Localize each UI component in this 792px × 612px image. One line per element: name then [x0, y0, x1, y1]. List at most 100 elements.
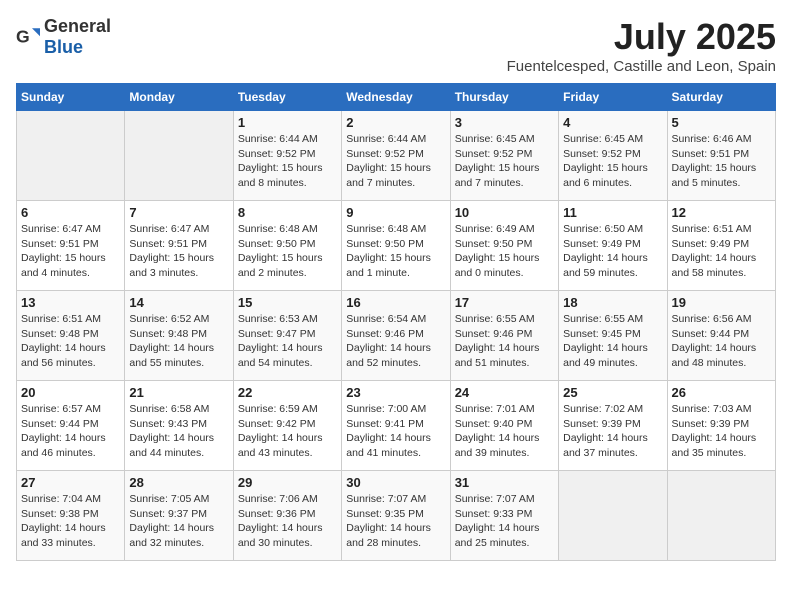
calendar-cell: 28 Sunrise: 7:05 AMSunset: 9:37 PMDayligh…: [125, 471, 233, 561]
day-info: Sunrise: 7:05 AMSunset: 9:37 PMDaylight:…: [129, 492, 228, 551]
calendar-header: SundayMondayTuesdayWednesdayThursdayFrid…: [17, 84, 776, 111]
calendar-cell: 11 Sunrise: 6:50 AMSunset: 9:49 PMDayligh…: [559, 201, 667, 291]
day-number: 12: [672, 205, 771, 220]
day-info: Sunrise: 6:55 AMSunset: 9:45 PMDaylight:…: [563, 312, 662, 371]
day-number: 8: [238, 205, 337, 220]
day-number: 27: [21, 475, 120, 490]
month-title: July 2025: [507, 16, 776, 58]
weekday-header: Sunday: [17, 84, 125, 111]
day-info: Sunrise: 6:51 AMSunset: 9:48 PMDaylight:…: [21, 312, 120, 371]
day-info: Sunrise: 6:52 AMSunset: 9:48 PMDaylight:…: [129, 312, 228, 371]
calendar-cell: 4Sunrise: 6:45 AMSunset: 9:52 PMDaylight…: [559, 111, 667, 201]
day-info: Sunrise: 6:48 AMSunset: 9:50 PMDaylight:…: [238, 222, 337, 281]
day-number: 29: [238, 475, 337, 490]
calendar-cell: 14 Sunrise: 6:52 AMSunset: 9:48 PMDayligh…: [125, 291, 233, 381]
calendar-cell: 30Sunrise: 7:07 AMSunset: 9:35 PMDayligh…: [342, 471, 450, 561]
calendar-table: SundayMondayTuesdayWednesdayThursdayFrid…: [16, 83, 776, 561]
day-info: Sunrise: 6:55 AMSunset: 9:46 PMDaylight:…: [455, 312, 554, 371]
logo-general: General: [44, 16, 111, 36]
calendar-cell: 12 Sunrise: 6:51 AMSunset: 9:49 PMDayligh…: [667, 201, 775, 291]
day-info: Sunrise: 6:57 AMSunset: 9:44 PMDaylight:…: [21, 402, 120, 461]
calendar-cell: 8 Sunrise: 6:48 AMSunset: 9:50 PMDaylight…: [233, 201, 341, 291]
calendar-cell: 5Sunrise: 6:46 AMSunset: 9:51 PMDaylight…: [667, 111, 775, 201]
day-info: Sunrise: 6:47 AMSunset: 9:51 PMDaylight:…: [21, 222, 120, 281]
day-number: 7: [129, 205, 228, 220]
calendar-cell: 19 Sunrise: 6:56 AMSunset: 9:44 PMDayligh…: [667, 291, 775, 381]
calendar-cell: 1 Sunrise: 6:44 AMSunset: 9:52 PMDaylight…: [233, 111, 341, 201]
calendar-cell: 21Sunrise: 6:58 AMSunset: 9:43 PMDayligh…: [125, 381, 233, 471]
day-info: Sunrise: 6:45 AMSunset: 9:52 PMDaylight:…: [455, 132, 554, 191]
day-info: Sunrise: 6:47 AMSunset: 9:51 PMDaylight:…: [129, 222, 228, 281]
day-number: 5: [672, 115, 771, 130]
day-number: 30: [346, 475, 445, 490]
weekday-header: Tuesday: [233, 84, 341, 111]
day-info: Sunrise: 7:04 AMSunset: 9:38 PMDaylight:…: [21, 492, 120, 551]
day-info: Sunrise: 7:07 AMSunset: 9:33 PMDaylight:…: [455, 492, 554, 551]
day-number: 22: [238, 385, 337, 400]
header: G General Blue July 2025 Fuentelcesped, …: [16, 16, 776, 75]
day-number: 26: [672, 385, 771, 400]
day-number: 18: [563, 295, 662, 310]
day-number: 16: [346, 295, 445, 310]
day-info: Sunrise: 7:01 AMSunset: 9:40 PMDaylight:…: [455, 402, 554, 461]
svg-text:G: G: [16, 27, 30, 47]
day-number: 19: [672, 295, 771, 310]
calendar-week-row: 6 Sunrise: 6:47 AMSunset: 9:51 PMDaylight…: [17, 201, 776, 291]
calendar-cell: 23 Sunrise: 7:00 AMSunset: 9:41 PMDayligh…: [342, 381, 450, 471]
day-number: 11: [563, 205, 662, 220]
day-info: Sunrise: 6:51 AMSunset: 9:49 PMDaylight:…: [672, 222, 771, 281]
calendar-cell: 3 Sunrise: 6:45 AMSunset: 9:52 PMDaylight…: [450, 111, 558, 201]
day-info: Sunrise: 6:44 AMSunset: 9:52 PMDaylight:…: [238, 132, 337, 191]
logo-icon: G: [16, 25, 40, 49]
day-info: Sunrise: 6:44 AMSunset: 9:52 PMDaylight:…: [346, 132, 445, 191]
day-info: Sunrise: 6:54 AMSunset: 9:46 PMDaylight:…: [346, 312, 445, 371]
calendar-cell: 17 Sunrise: 6:55 AMSunset: 9:46 PMDayligh…: [450, 291, 558, 381]
location-subtitle: Fuentelcesped, Castille and Leon, Spain: [507, 58, 776, 75]
calendar-cell: 16 Sunrise: 6:54 AMSunset: 9:46 PMDayligh…: [342, 291, 450, 381]
calendar-cell: 2Sunrise: 6:44 AMSunset: 9:52 PMDaylight…: [342, 111, 450, 201]
day-info: Sunrise: 7:00 AMSunset: 9:41 PMDaylight:…: [346, 402, 445, 461]
calendar-cell: 9Sunrise: 6:48 AMSunset: 9:50 PMDaylight…: [342, 201, 450, 291]
calendar-cell: [559, 471, 667, 561]
calendar-week-row: 1 Sunrise: 6:44 AMSunset: 9:52 PMDaylight…: [17, 111, 776, 201]
day-number: 31: [455, 475, 554, 490]
day-number: 1: [238, 115, 337, 130]
day-number: 3: [455, 115, 554, 130]
calendar-week-row: 27 Sunrise: 7:04 AMSunset: 9:38 PMDayligh…: [17, 471, 776, 561]
calendar-cell: 20 Sunrise: 6:57 AMSunset: 9:44 PMDayligh…: [17, 381, 125, 471]
calendar-cell: 13Sunrise: 6:51 AMSunset: 9:48 PMDayligh…: [17, 291, 125, 381]
day-number: 14: [129, 295, 228, 310]
weekday-header: Saturday: [667, 84, 775, 111]
day-number: 10: [455, 205, 554, 220]
calendar-cell: 18 Sunrise: 6:55 AMSunset: 9:45 PMDayligh…: [559, 291, 667, 381]
day-number: 24: [455, 385, 554, 400]
day-info: Sunrise: 6:49 AMSunset: 9:50 PMDaylight:…: [455, 222, 554, 281]
day-number: 4: [563, 115, 662, 130]
day-number: 6: [21, 205, 120, 220]
day-number: 28: [129, 475, 228, 490]
day-number: 25: [563, 385, 662, 400]
day-number: 9: [346, 205, 445, 220]
weekday-header: Thursday: [450, 84, 558, 111]
day-info: Sunrise: 6:53 AMSunset: 9:47 PMDaylight:…: [238, 312, 337, 371]
calendar-cell: 6 Sunrise: 6:47 AMSunset: 9:51 PMDaylight…: [17, 201, 125, 291]
day-number: 21: [129, 385, 228, 400]
day-info: Sunrise: 7:03 AMSunset: 9:39 PMDaylight:…: [672, 402, 771, 461]
weekday-row: SundayMondayTuesdayWednesdayThursdayFrid…: [17, 84, 776, 111]
day-number: 17: [455, 295, 554, 310]
calendar-cell: 31 Sunrise: 7:07 AMSunset: 9:33 PMDayligh…: [450, 471, 558, 561]
title-area: July 2025 Fuentelcesped, Castille and Le…: [507, 16, 776, 75]
logo-text: General Blue: [44, 16, 111, 58]
day-info: Sunrise: 6:50 AMSunset: 9:49 PMDaylight:…: [563, 222, 662, 281]
calendar-cell: 25Sunrise: 7:02 AMSunset: 9:39 PMDayligh…: [559, 381, 667, 471]
day-number: 20: [21, 385, 120, 400]
day-number: 23: [346, 385, 445, 400]
logo-blue: Blue: [44, 37, 83, 57]
weekday-header: Monday: [125, 84, 233, 111]
weekday-header: Wednesday: [342, 84, 450, 111]
calendar-cell: 7 Sunrise: 6:47 AMSunset: 9:51 PMDaylight…: [125, 201, 233, 291]
calendar-week-row: 13Sunrise: 6:51 AMSunset: 9:48 PMDayligh…: [17, 291, 776, 381]
logo: G General Blue: [16, 16, 111, 58]
calendar-cell: [667, 471, 775, 561]
day-info: Sunrise: 6:56 AMSunset: 9:44 PMDaylight:…: [672, 312, 771, 371]
